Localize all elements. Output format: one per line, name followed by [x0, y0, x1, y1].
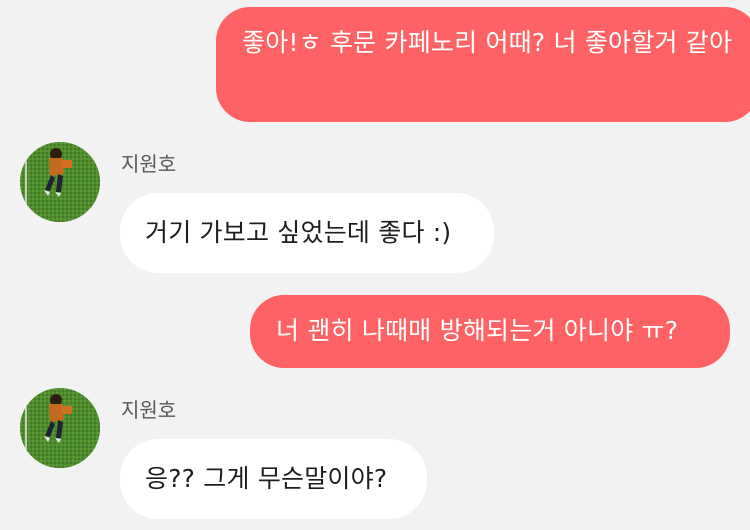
outgoing-message-bubble[interactable]: 너 괜히 나때매 방해되는거 아니야 ㅠ? [250, 295, 730, 368]
avatar[interactable] [20, 388, 100, 468]
message-text: 거기 가보고 싶었는데 좋다 :) [145, 218, 452, 247]
profile-photo-icon [20, 142, 100, 222]
sender-name: 지원호 [121, 152, 177, 176]
sender-name: 지원호 [121, 398, 177, 422]
message-text: 응?? 그게 무슨말이야? [145, 464, 388, 493]
outgoing-message-bubble[interactable]: 좋아!ㅎ 후문 카페노리 어때? 너 좋아할거 같아 [216, 7, 750, 122]
avatar[interactable] [20, 142, 100, 222]
incoming-message-bubble[interactable]: 응?? 그게 무슨말이야? [120, 439, 427, 519]
message-text: 좋아!ㅎ 후문 카페노리 어때? 너 좋아할거 같아 [242, 28, 733, 57]
profile-photo-icon [20, 388, 100, 468]
incoming-message-bubble[interactable]: 거기 가보고 싶었는데 좋다 :) [120, 193, 494, 273]
message-text: 너 괜히 나때매 방해되는거 아니야 ㅠ? [276, 316, 679, 345]
